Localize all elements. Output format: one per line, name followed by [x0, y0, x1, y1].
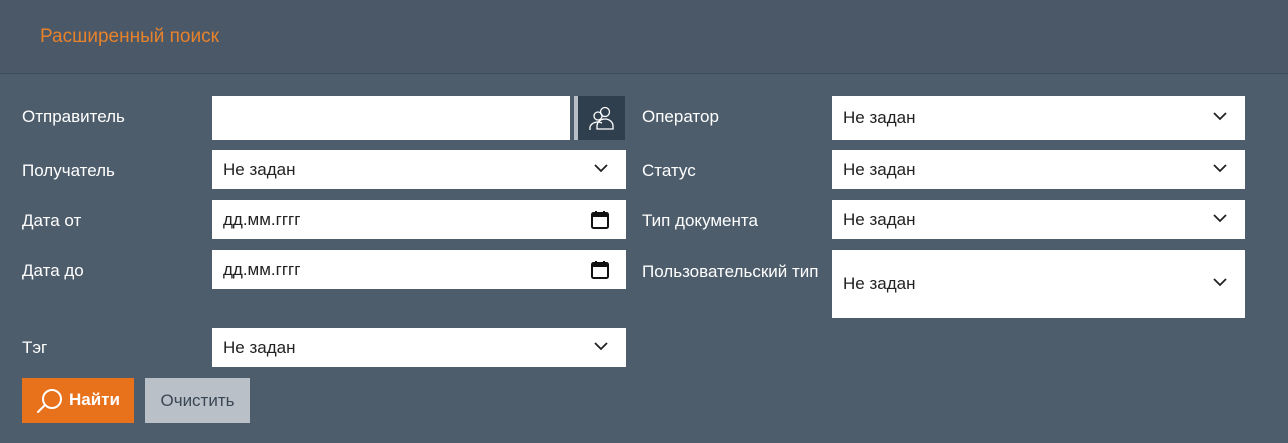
sender-label: Отправитель: [22, 107, 125, 126]
find-button-label: Найти: [69, 390, 120, 409]
status-value: Не задан: [843, 159, 916, 179]
panel-header: Расширенный поиск: [0, 0, 1288, 74]
date-to-label: Дата до: [22, 261, 84, 280]
date-from-value: дд.мм.гггг: [223, 209, 301, 229]
usertype-value: Не задан: [843, 274, 916, 293]
search-icon: [37, 389, 62, 413]
tag-label: Тэг: [22, 338, 48, 357]
tag-value: Не задан: [223, 337, 296, 357]
recipient-label: Получатель: [22, 161, 115, 180]
status-label: Статус: [642, 161, 696, 180]
operator-select[interactable]: Не задан: [832, 96, 1245, 140]
sender-input[interactable]: [212, 96, 570, 140]
calendar-icon[interactable]: [590, 260, 610, 280]
chevron-down-icon: [1213, 213, 1227, 222]
calendar-icon[interactable]: [590, 210, 610, 230]
doctype-select[interactable]: Не задан: [832, 200, 1245, 239]
usertype-label: Пользовательский тип: [642, 262, 819, 281]
status-select[interactable]: Не задан: [832, 150, 1245, 189]
find-button[interactable]: Найти: [22, 378, 134, 423]
operator-label: Оператор: [642, 107, 719, 126]
recipient-select[interactable]: Не задан: [212, 150, 626, 189]
operator-value: Не задан: [843, 108, 916, 127]
chevron-down-icon: [594, 341, 608, 350]
clear-button[interactable]: Очистить: [145, 378, 250, 423]
chevron-down-icon: [1213, 112, 1227, 121]
date-from-label: Дата от: [22, 211, 82, 230]
users-icon: [589, 106, 614, 130]
tag-select[interactable]: Не задан: [212, 328, 626, 367]
doctype-value: Не задан: [843, 209, 916, 229]
chevron-down-icon: [594, 163, 608, 172]
page-title: Расширенный поиск: [40, 26, 219, 47]
chevron-down-icon: [1213, 278, 1227, 287]
date-to-input[interactable]: дд.мм.гггг: [212, 250, 626, 289]
recipient-value: Не задан: [223, 159, 296, 179]
sender-lookup-button[interactable]: [574, 96, 625, 140]
date-from-input[interactable]: дд.мм.гггг: [212, 200, 626, 239]
chevron-down-icon: [1213, 163, 1227, 172]
doctype-label: Тип документа: [642, 211, 758, 230]
date-to-value: дд.мм.гггг: [223, 259, 301, 279]
usertype-select[interactable]: Не задан: [832, 250, 1245, 318]
